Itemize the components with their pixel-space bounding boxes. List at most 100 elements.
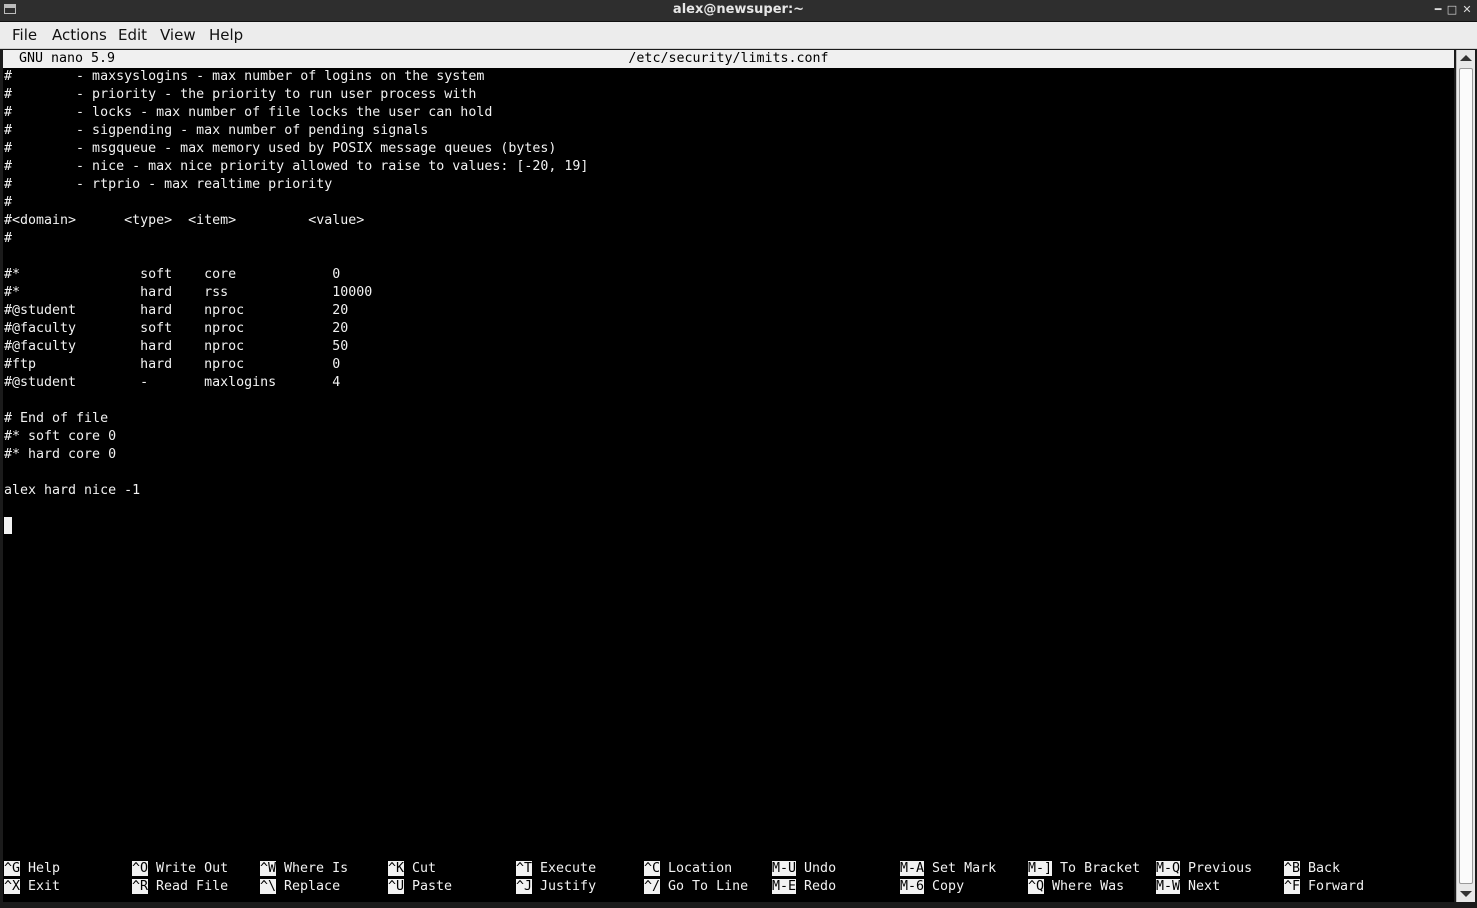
buffer-line: # - nice - max nice priority allowed to … (4, 159, 589, 174)
shortcut-item[interactable]: ^R Read File (132, 878, 228, 896)
shortcut-item[interactable]: ^C Location (644, 860, 732, 878)
buffer-line: # - rtprio - max realtime priority (4, 177, 333, 192)
minimize-icon[interactable]: ━ (1431, 2, 1445, 17)
shortcut-label: Paste (412, 879, 453, 894)
shortcut-key: ^R (132, 879, 149, 894)
buffer-line: #ftp hard nproc 0 (4, 357, 341, 372)
shortcut-item[interactable]: ^J Justify (516, 878, 596, 896)
buffer-line: #* hard rss 10000 (4, 285, 373, 300)
shortcut-key: ^J (516, 879, 533, 894)
menu-help[interactable]: Help (209, 26, 243, 44)
buffer-line: #@faculty soft nproc 20 (4, 321, 349, 336)
shortcut-key: ^T (516, 861, 533, 876)
shortcut-label: Execute (540, 861, 597, 876)
shortcut-key: ^Q (1028, 879, 1045, 894)
shortcut-item[interactable]: ^\ Replace (260, 878, 340, 896)
scroll-up-icon[interactable] (1460, 55, 1472, 61)
menu-actions[interactable]: Actions (52, 26, 107, 44)
buffer-line (4, 248, 588, 266)
shortcut-key: M-E (772, 879, 797, 894)
buffer-line (4, 518, 588, 536)
buffer-line: #* hard core 0 (4, 447, 117, 462)
shortcut-label: Back (1308, 861, 1341, 876)
shortcut-item[interactable]: ^K Cut (388, 860, 436, 878)
shortcut-item[interactable]: M-E Redo (772, 878, 836, 896)
buffer-line: # - msgqueue - max memory used by POSIX … (4, 141, 557, 156)
close-icon[interactable]: ✕ (1460, 2, 1474, 17)
shortcut-label: Help (28, 861, 61, 876)
shortcut-key: M-W (1156, 879, 1181, 894)
shortcut-label: Location (668, 861, 733, 876)
shortcut-key: ^X (4, 879, 21, 894)
shortcut-label: Forward (1308, 879, 1365, 894)
shortcut-item[interactable]: ^T Execute (516, 860, 596, 878)
shortcut-key: M-A (900, 861, 925, 876)
shortcut-item[interactable]: M-Q Previous (1156, 860, 1252, 878)
shortcut-item[interactable]: ^O Write Out (132, 860, 228, 878)
buffer-line: #<domain> <type> <item> <value> (4, 213, 365, 228)
shortcut-item[interactable]: ^G Help (4, 860, 60, 878)
buffer-line: # - sigpending - max number of pending s… (4, 123, 429, 138)
shortcut-key: ^\ (260, 879, 277, 894)
shortcut-item[interactable]: ^X Exit (4, 878, 60, 896)
menu-edit[interactable]: Edit (118, 26, 147, 44)
shortcut-item[interactable]: M-] To Bracket (1028, 860, 1140, 878)
shortcut-item[interactable]: M-A Set Mark (900, 860, 996, 878)
buffer-line (4, 500, 588, 518)
nano-version: GNU nano 5.9 (19, 51, 116, 66)
shortcut-key: ^F (1284, 879, 1301, 894)
shortcut-key: ^O (132, 861, 149, 876)
shortcut-item[interactable]: ^U Paste (388, 878, 452, 896)
buffer-line: # - maxsyslogins - max number of logins … (4, 69, 485, 84)
shortcut-item[interactable]: ^/ Go To Line (644, 878, 748, 896)
shortcut-key: ^U (388, 879, 405, 894)
shortcut-label: Next (1188, 879, 1221, 894)
shortcut-label: Undo (804, 861, 837, 876)
buffer-line: #@faculty hard nproc 50 (4, 339, 349, 354)
buffer-line: # End of file (4, 411, 109, 426)
shortcut-label: Cut (412, 861, 437, 876)
buffer-line: # (4, 195, 13, 210)
shortcut-label: Where Is (284, 861, 349, 876)
shortcut-key: ^C (644, 861, 661, 876)
shortcut-key: M-Q (1156, 861, 1181, 876)
shortcut-item[interactable]: ^B Back (1284, 860, 1340, 878)
scrollbar[interactable] (1456, 50, 1475, 902)
shortcut-label: Write Out (156, 861, 229, 876)
terminal-area[interactable]: /etc/security/limits.conf GNU nano 5.9 #… (3, 50, 1454, 902)
shortcut-label: Redo (804, 879, 837, 894)
buffer-line: #@student hard nproc 20 (4, 303, 349, 318)
buffer-line: # (4, 231, 13, 246)
file-name: /etc/security/limits.conf (628, 51, 829, 66)
window-titlebar[interactable]: alex@newsuper:~ ━ □ ✕ (0, 0, 1477, 22)
shortcut-key: ^/ (644, 879, 661, 894)
window-title: alex@newsuper:~ (672, 2, 805, 17)
buffer-line: #* soft core 0 (4, 429, 117, 444)
shortcut-item[interactable]: M-6 Copy (900, 878, 964, 896)
menu-bar: File Actions Edit View Help (0, 22, 1477, 49)
text-buffer[interactable]: # - maxsyslogins - max number of logins … (4, 68, 588, 536)
shortcut-key: ^K (388, 861, 405, 876)
shortcut-label: Replace (284, 879, 341, 894)
shortcut-key: M-6 (900, 879, 925, 894)
menu-file[interactable]: File (12, 26, 37, 44)
text-cursor (4, 517, 12, 534)
shortcut-key: M-] (1028, 861, 1053, 876)
buffer-line: # - priority - the priority to run user … (4, 87, 477, 102)
shortcut-item[interactable]: ^W Where Is (260, 860, 348, 878)
shortcut-label: Read File (156, 879, 229, 894)
scrollbar-thumb[interactable] (1459, 68, 1473, 884)
buffer-line: #@student - maxlogins 4 (4, 375, 341, 390)
buffer-line (4, 464, 588, 482)
shortcut-item[interactable]: M-W Next (1156, 878, 1220, 896)
shortcut-key: ^G (4, 861, 21, 876)
shortcut-label: Previous (1188, 861, 1253, 876)
shortcut-item[interactable]: M-U Undo (772, 860, 836, 878)
scroll-down-icon[interactable] (1460, 891, 1472, 897)
shortcut-item[interactable]: ^Q Where Was (1028, 878, 1124, 896)
maximize-icon[interactable]: □ (1445, 2, 1459, 17)
shortcut-label: Where Was (1052, 879, 1125, 894)
buffer-line: # - locks - max number of file locks the… (4, 105, 493, 120)
menu-view[interactable]: View (160, 26, 196, 44)
shortcut-item[interactable]: ^F Forward (1284, 878, 1364, 896)
